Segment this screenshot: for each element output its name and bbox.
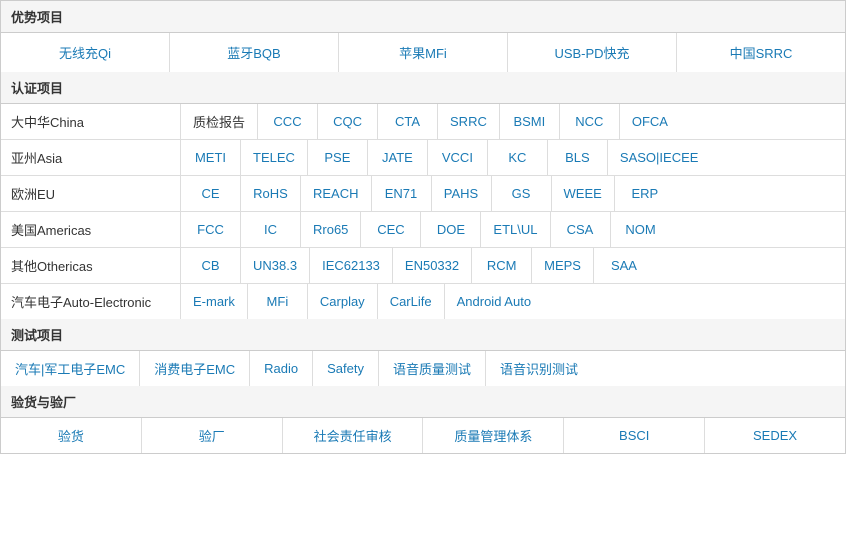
cert-item-eu-6[interactable]: WEEE: [552, 176, 615, 211]
cert-item-americas-7[interactable]: NOM: [611, 212, 671, 247]
cert-item-other-3[interactable]: EN50332: [393, 248, 472, 283]
inspection-section: 验货与验厂 验货 验厂 社会责任审核 质量管理体系 BSCI SEDEX: [1, 386, 845, 453]
cert-label-asia: 亚州Asia: [1, 140, 181, 175]
cert-item-china-5[interactable]: BSMI: [500, 104, 560, 139]
cert-item-other-1[interactable]: UN38.3: [241, 248, 310, 283]
cert-item-asia-2[interactable]: PSE: [308, 140, 368, 175]
advantage-item-1[interactable]: 蓝牙BQB: [170, 33, 339, 72]
cert-items-americas: FCC IC Rro65 CEC DOE ETL\UL CSA NOM: [181, 212, 845, 247]
inspect-item-1[interactable]: 验厂: [142, 418, 283, 453]
cert-items-auto: E-mark MFi Carplay CarLife Android Auto: [181, 284, 845, 319]
cert-item-eu-5[interactable]: GS: [492, 176, 552, 211]
cert-item-asia-0[interactable]: METI: [181, 140, 241, 175]
certification-section: 认证项目 大中华China 质检报告 CCC CQC CTA SRRC BSMI…: [1, 72, 845, 319]
cert-item-auto-4[interactable]: Android Auto: [445, 284, 543, 319]
cert-item-other-5[interactable]: MEPS: [532, 248, 594, 283]
cert-item-americas-0[interactable]: FCC: [181, 212, 241, 247]
cert-item-china-7[interactable]: OFCA: [620, 104, 680, 139]
cert-item-americas-2[interactable]: Rro65: [301, 212, 361, 247]
cert-label-auto: 汽车电子Auto-Electronic: [1, 284, 181, 319]
cert-item-asia-6[interactable]: BLS: [548, 140, 608, 175]
advantage-section: 优势项目 无线充Qi 蓝牙BQB 苹果MFi USB-PD快充 中国SRRC: [1, 1, 845, 72]
cert-item-auto-1[interactable]: MFi: [248, 284, 308, 319]
advantage-item-2[interactable]: 苹果MFi: [339, 33, 508, 72]
advantage-row: 无线充Qi 蓝牙BQB 苹果MFi USB-PD快充 中国SRRC: [1, 33, 845, 72]
cert-item-eu-2[interactable]: REACH: [301, 176, 372, 211]
cert-row-auto: 汽车电子Auto-Electronic E-mark MFi Carplay C…: [1, 284, 845, 319]
cert-row-other: 其他Othericas CB UN38.3 IEC62133 EN50332 R…: [1, 248, 845, 284]
advantage-item-3[interactable]: USB-PD快充: [508, 33, 677, 72]
cert-item-eu-3[interactable]: EN71: [372, 176, 432, 211]
cert-item-americas-4[interactable]: DOE: [421, 212, 481, 247]
inspect-item-2[interactable]: 社会责任审核: [283, 418, 424, 453]
cert-item-asia-5[interactable]: KC: [488, 140, 548, 175]
inspection-title: 验货与验厂: [1, 386, 845, 418]
cert-row-asia: 亚州Asia METI TELEC PSE JATE VCCI KC BLS S…: [1, 140, 845, 176]
cert-item-china-6[interactable]: NCC: [560, 104, 620, 139]
cert-item-asia-7[interactable]: SASO|IECEE: [608, 140, 711, 175]
cert-row-china: 大中华China 质检报告 CCC CQC CTA SRRC BSMI NCC …: [1, 104, 845, 140]
test-item-3[interactable]: Safety: [313, 351, 379, 386]
advantage-item-0[interactable]: 无线充Qi: [1, 33, 170, 72]
cert-items-asia: METI TELEC PSE JATE VCCI KC BLS SASO|IEC…: [181, 140, 845, 175]
cert-item-americas-1[interactable]: IC: [241, 212, 301, 247]
test-item-4[interactable]: 语音质量测试: [379, 351, 486, 386]
cert-item-americas-6[interactable]: CSA: [551, 212, 611, 247]
cert-row-americas: 美国Americas FCC IC Rro65 CEC DOE ETL\UL C…: [1, 212, 845, 248]
cert-item-asia-3[interactable]: JATE: [368, 140, 428, 175]
cert-item-other-4[interactable]: RCM: [472, 248, 532, 283]
advantage-title: 优势项目: [1, 1, 845, 33]
cert-items-other: CB UN38.3 IEC62133 EN50332 RCM MEPS SAA: [181, 248, 845, 283]
inspection-row: 验货 验厂 社会责任审核 质量管理体系 BSCI SEDEX: [1, 418, 845, 453]
inspect-item-0[interactable]: 验货: [1, 418, 142, 453]
cert-item-other-0[interactable]: CB: [181, 248, 241, 283]
test-item-1[interactable]: 消费电子EMC: [140, 351, 250, 386]
cert-item-americas-3[interactable]: CEC: [361, 212, 421, 247]
cert-item-auto-2[interactable]: Carplay: [308, 284, 378, 319]
cert-label-americas: 美国Americas: [1, 212, 181, 247]
test-item-0[interactable]: 汽车|军工电子EMC: [1, 351, 140, 386]
testing-title: 测试项目: [1, 319, 845, 351]
advantage-item-4[interactable]: 中国SRRC: [677, 33, 845, 72]
cert-item-china-2[interactable]: CQC: [318, 104, 378, 139]
cert-label-other: 其他Othericas: [1, 248, 181, 283]
cert-item-other-6[interactable]: SAA: [594, 248, 654, 283]
main-container: 优势项目 无线充Qi 蓝牙BQB 苹果MFi USB-PD快充 中国SRRC 认…: [0, 0, 846, 454]
cert-item-china-3[interactable]: CTA: [378, 104, 438, 139]
cert-item-americas-5[interactable]: ETL\UL: [481, 212, 550, 247]
cert-item-asia-1[interactable]: TELEC: [241, 140, 308, 175]
testing-section: 测试项目 汽车|军工电子EMC 消费电子EMC Radio Safety 语音质…: [1, 319, 845, 386]
cert-item-china-1[interactable]: CCC: [258, 104, 318, 139]
testing-row: 汽车|军工电子EMC 消费电子EMC Radio Safety 语音质量测试 语…: [1, 351, 845, 386]
cert-item-other-2[interactable]: IEC62133: [310, 248, 393, 283]
cert-items-china: 质检报告 CCC CQC CTA SRRC BSMI NCC OFCA: [181, 104, 845, 139]
cert-item-asia-4[interactable]: VCCI: [428, 140, 488, 175]
cert-label-china: 大中华China: [1, 104, 181, 139]
inspect-item-4[interactable]: BSCI: [564, 418, 705, 453]
inspect-item-3[interactable]: 质量管理体系: [423, 418, 564, 453]
inspect-item-5[interactable]: SEDEX: [705, 418, 845, 453]
cert-item-eu-0[interactable]: CE: [181, 176, 241, 211]
cert-item-eu-1[interactable]: RoHS: [241, 176, 301, 211]
test-item-2[interactable]: Radio: [250, 351, 313, 386]
cert-row-eu: 欧洲EU CE RoHS REACH EN71 PAHS GS WEEE ERP: [1, 176, 845, 212]
cert-item-auto-0[interactable]: E-mark: [181, 284, 248, 319]
cert-item-eu-7[interactable]: ERP: [615, 176, 675, 211]
cert-item-auto-3[interactable]: CarLife: [378, 284, 445, 319]
cert-label-eu: 欧洲EU: [1, 176, 181, 211]
test-item-5[interactable]: 语音识别测试: [486, 351, 592, 386]
cert-item-eu-4[interactable]: PAHS: [432, 176, 492, 211]
cert-item-china-4[interactable]: SRRC: [438, 104, 500, 139]
certification-title: 认证项目: [1, 72, 845, 104]
cert-items-eu: CE RoHS REACH EN71 PAHS GS WEEE ERP: [181, 176, 845, 211]
cert-item-china-0[interactable]: 质检报告: [181, 104, 258, 139]
